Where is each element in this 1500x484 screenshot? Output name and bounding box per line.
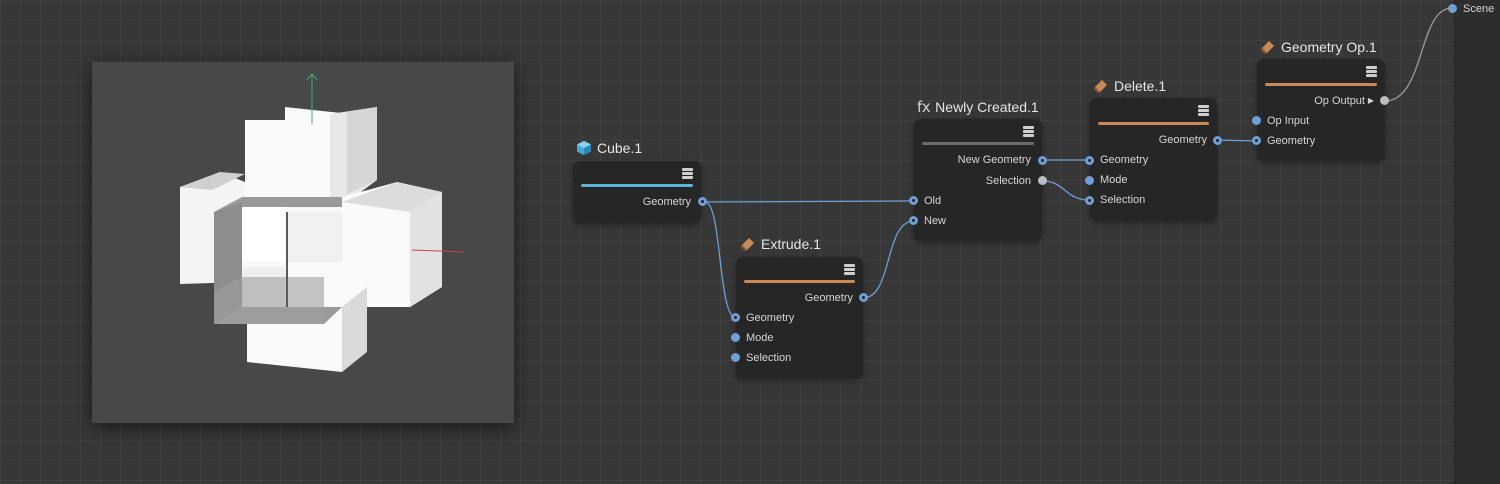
hamburger-menu-icon[interactable] bbox=[844, 264, 855, 275]
extrude-input-geometry-port[interactable] bbox=[731, 313, 740, 322]
extrude-output-geometry: Geometry bbox=[804, 292, 853, 304]
cube-icon bbox=[577, 141, 591, 155]
geometry-op-input-op: Op Input bbox=[1267, 115, 1310, 127]
newly-input-old-port[interactable] bbox=[909, 196, 918, 205]
newly-input-new-port[interactable] bbox=[909, 216, 918, 225]
output-arrow-icon: ▶ bbox=[1367, 96, 1374, 105]
node-color-bar bbox=[581, 184, 693, 187]
delete-input-selection: Selection bbox=[1100, 194, 1146, 206]
scene-port[interactable] bbox=[1448, 4, 1457, 13]
geometry-op-icon bbox=[1094, 80, 1107, 93]
extrude-output-port[interactable] bbox=[859, 293, 868, 302]
newly-output-selection: Selection bbox=[985, 175, 1031, 187]
cube-node-label: Cube.1 bbox=[597, 140, 643, 156]
delete-input-geometry-port[interactable] bbox=[1085, 156, 1094, 165]
newly-input-new: New bbox=[924, 215, 947, 227]
newly-created-node-title[interactable]: fx Newly Created.1 bbox=[917, 98, 1039, 116]
fx-icon: fx bbox=[917, 98, 931, 116]
node-color-bar bbox=[1098, 122, 1209, 125]
extrude-input-geometry: Geometry bbox=[746, 312, 795, 324]
newly-output-selection-port[interactable] bbox=[1038, 176, 1047, 185]
newly-created-node[interactable]: New Geometry Selection Old New bbox=[914, 119, 1042, 241]
extrude-node-label: Extrude.1 bbox=[761, 236, 821, 252]
geometry-op-node-title[interactable]: Geometry Op.1 bbox=[1260, 38, 1377, 56]
geometry-op-input-geometry: Geometry bbox=[1267, 135, 1316, 147]
geometry-op-node[interactable]: Op Output ▶ Op Input Geometry bbox=[1257, 59, 1385, 161]
delete-output-geometry: Geometry bbox=[1158, 134, 1207, 146]
geometry-op-icon bbox=[1261, 41, 1274, 54]
newly-created-node-label: Newly Created.1 bbox=[935, 99, 1039, 115]
geometry-op-output: Op Output bbox=[1314, 95, 1365, 107]
extrude-input-selection: Selection bbox=[746, 352, 792, 364]
viewport-3d[interactable] bbox=[92, 62, 514, 423]
cube-node[interactable]: Geometry bbox=[573, 161, 701, 223]
geometry-op-input-op-port[interactable] bbox=[1252, 116, 1261, 125]
newly-output-new-geometry: New Geometry bbox=[957, 154, 1031, 166]
extrude-node[interactable]: Geometry Geometry Mode Selection bbox=[736, 257, 863, 379]
delete-node[interactable]: Geometry Geometry Mode Selection bbox=[1090, 98, 1217, 221]
cube-node-title[interactable]: Cube.1 bbox=[576, 139, 642, 157]
geometry-op-node-label: Geometry Op.1 bbox=[1281, 39, 1377, 55]
hamburger-menu-icon[interactable] bbox=[1023, 126, 1034, 137]
extrude-input-selection-port[interactable] bbox=[731, 353, 740, 362]
extrude-input-mode: Mode bbox=[746, 332, 774, 344]
delete-output-port[interactable] bbox=[1213, 136, 1222, 145]
geometry-op-output-port[interactable] bbox=[1380, 96, 1389, 105]
cube-output-geometry: Geometry bbox=[642, 196, 691, 208]
node-color-bar bbox=[1265, 83, 1377, 86]
geometry-op-input-geometry-port[interactable] bbox=[1252, 136, 1261, 145]
extrude-node-title[interactable]: Extrude.1 bbox=[740, 235, 821, 253]
delete-input-selection-port[interactable] bbox=[1085, 196, 1094, 205]
hamburger-menu-icon[interactable] bbox=[1366, 66, 1377, 77]
delete-input-mode: Mode bbox=[1100, 174, 1128, 186]
node-color-bar bbox=[922, 142, 1034, 145]
newly-output-new-geometry-port[interactable] bbox=[1038, 156, 1047, 165]
cube-output-port[interactable] bbox=[698, 197, 707, 206]
delete-node-label: Delete.1 bbox=[1114, 78, 1167, 94]
scene-label: Scene bbox=[1463, 3, 1495, 15]
node-color-bar bbox=[744, 280, 855, 283]
hamburger-menu-icon[interactable] bbox=[1198, 105, 1209, 116]
delete-input-mode-port[interactable] bbox=[1085, 176, 1094, 185]
delete-node-title[interactable]: Delete.1 bbox=[1093, 77, 1166, 95]
delete-input-geometry: Geometry bbox=[1100, 154, 1149, 166]
hamburger-menu-icon[interactable] bbox=[682, 168, 693, 179]
viewport-render bbox=[180, 73, 465, 372]
scene-panel bbox=[1454, 0, 1500, 484]
extrude-input-mode-port[interactable] bbox=[731, 333, 740, 342]
geometry-op-icon bbox=[741, 238, 754, 251]
newly-input-old: Old bbox=[924, 195, 942, 207]
